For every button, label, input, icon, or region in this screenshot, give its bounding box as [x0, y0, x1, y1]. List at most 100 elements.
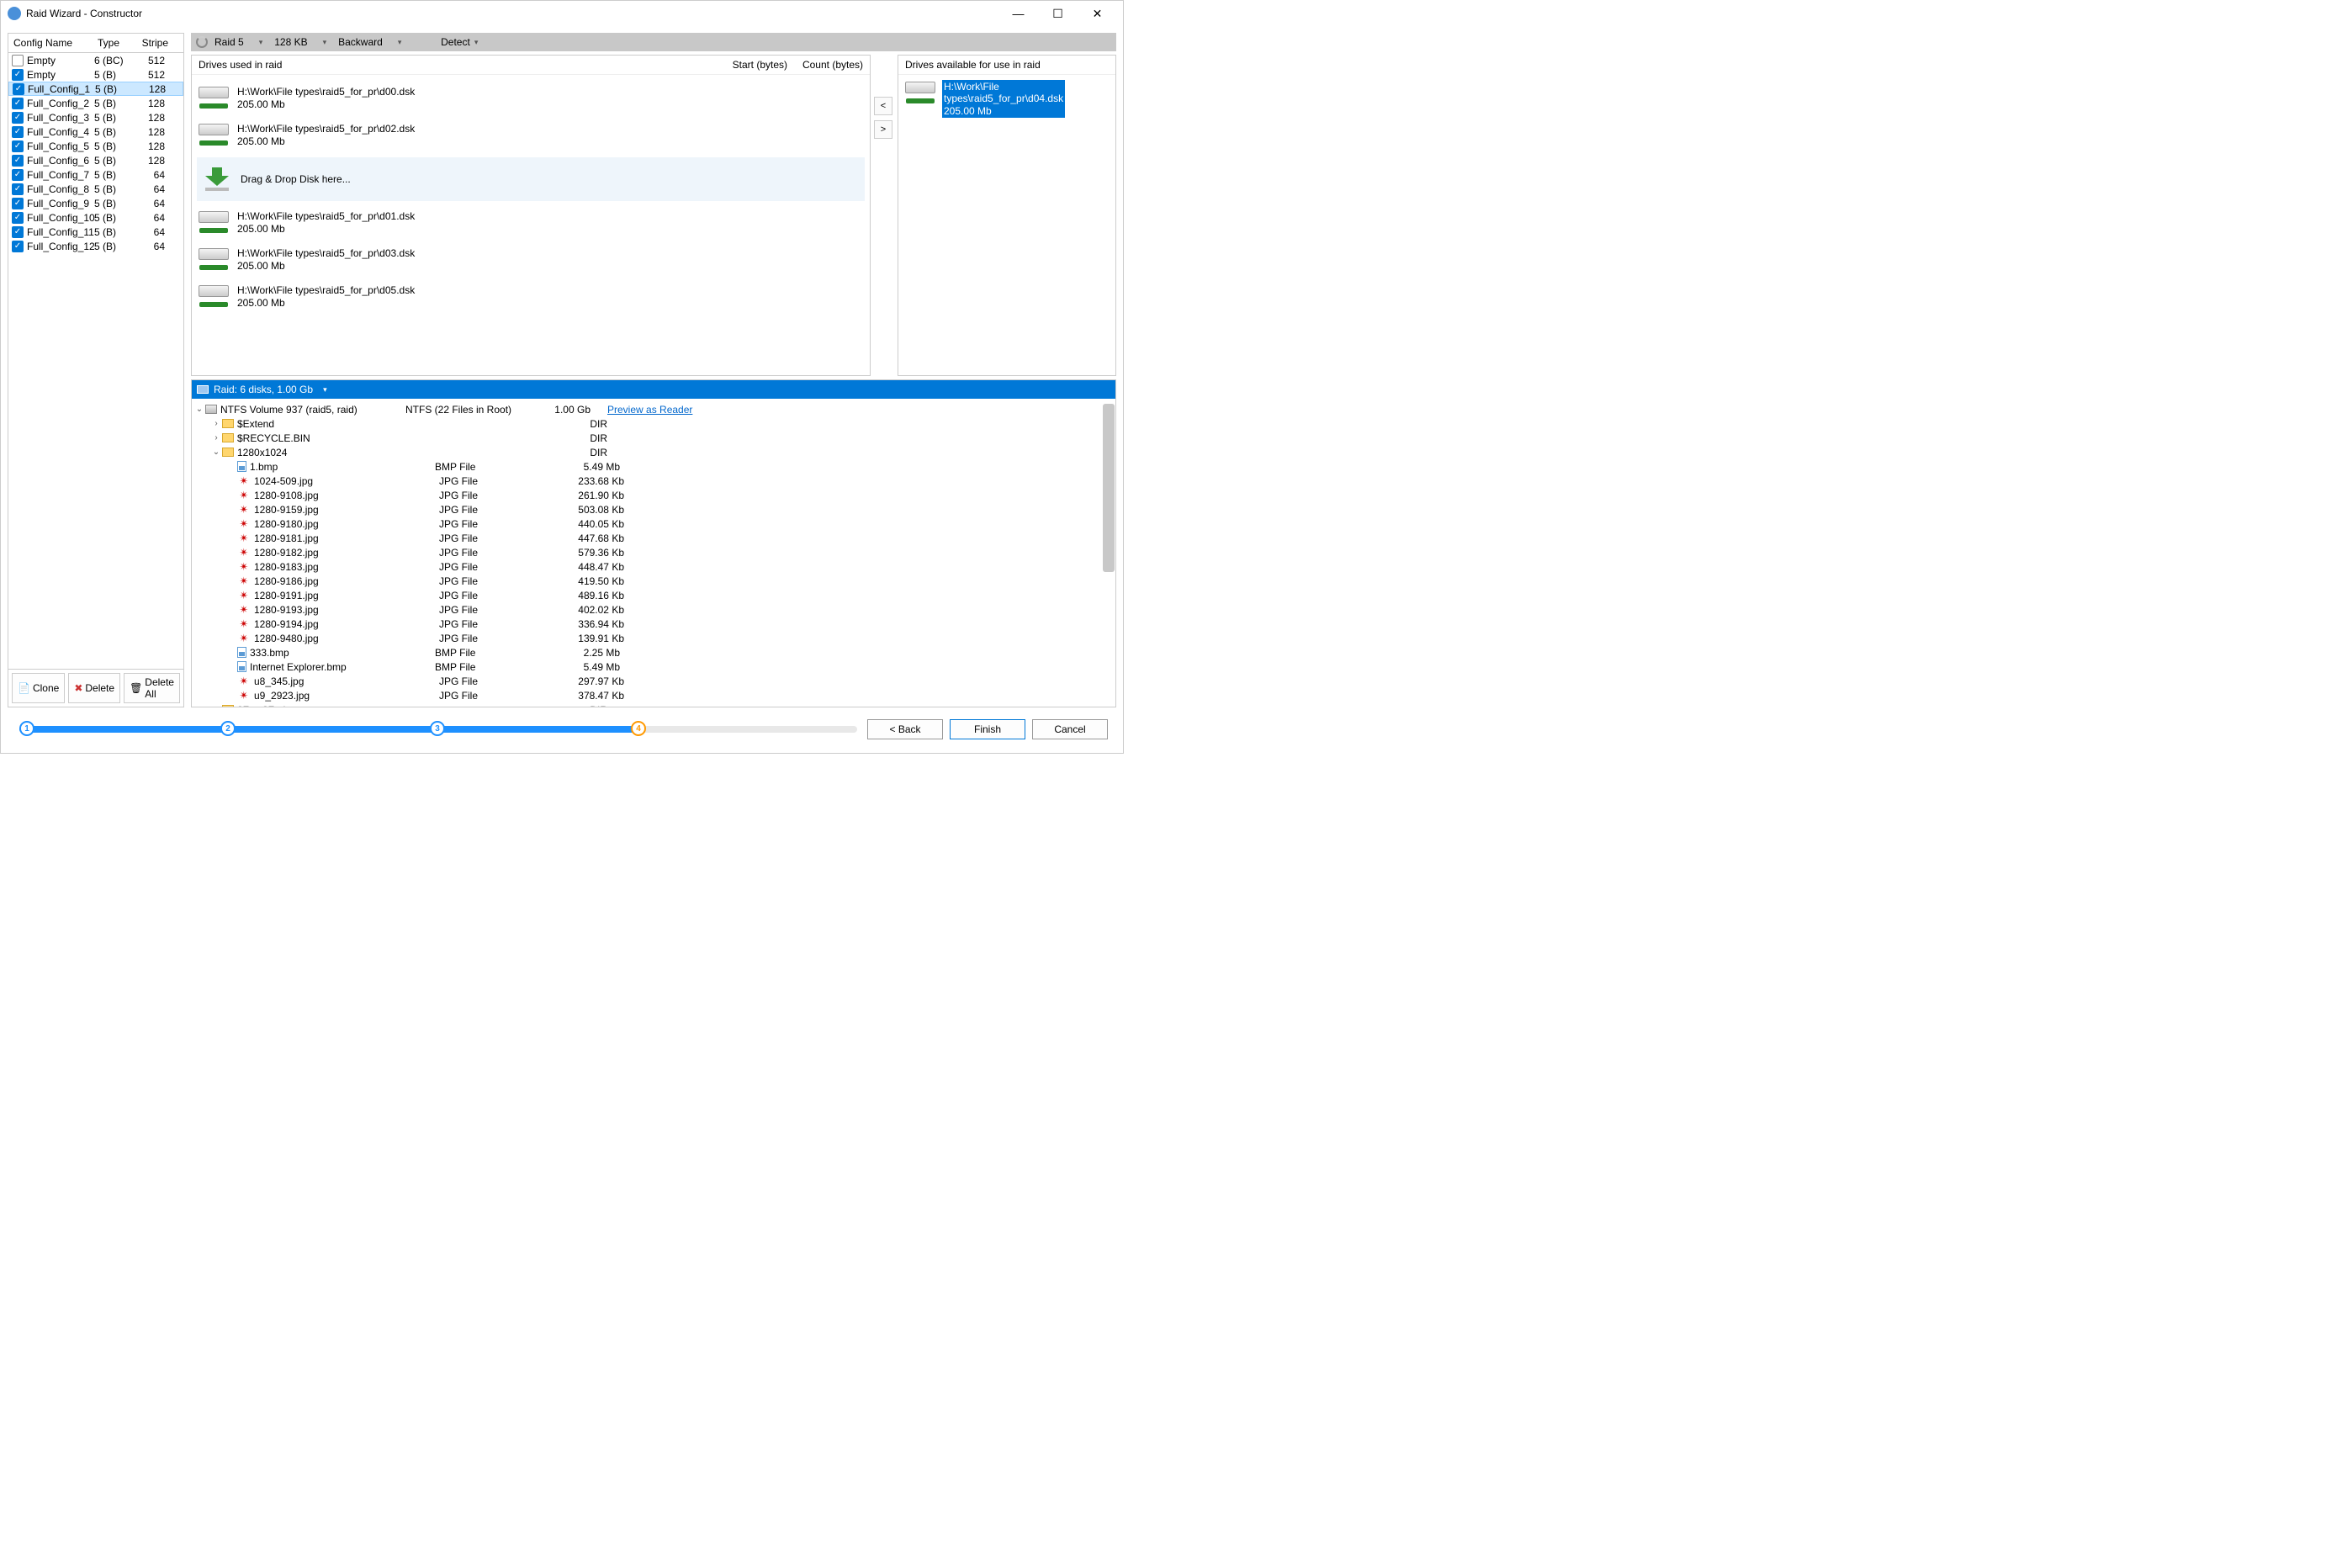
finish-button[interactable]: Finish	[950, 719, 1025, 739]
config-checkbox[interactable]	[12, 55, 24, 66]
config-row[interactable]: ✓Full_Config_35 (B)128	[8, 110, 183, 124]
step-1[interactable]: 1	[19, 721, 34, 736]
config-row[interactable]: ✓Full_Config_125 (B)64	[8, 239, 183, 253]
tree-volume-row[interactable]: ⌄NTFS Volume 937 (raid5, raid)NTFS (22 F…	[192, 402, 1112, 416]
config-row[interactable]: ✓Full_Config_95 (B)64	[8, 196, 183, 210]
close-button[interactable]: ✕	[1078, 1, 1116, 26]
tree-file-row[interactable]: ✴1280-9108.jpgJPG File261.90 Kb	[192, 488, 1112, 502]
tree-file-row[interactable]: ✴1280-9191.jpgJPG File489.16 Kb	[192, 588, 1112, 602]
expand-icon[interactable]: ›	[210, 433, 222, 442]
file-tree[interactable]: ⌄NTFS Volume 937 (raid5, raid)NTFS (22 F…	[192, 399, 1115, 707]
delete-all-button[interactable]: 🗑Delete All	[124, 673, 180, 703]
drive-row[interactable]: H:\Work\File types\raid5_for_pr\d00.dsk2…	[197, 80, 865, 117]
block-size-dropdown[interactable]: 128 KB	[269, 36, 331, 48]
tree-file-row[interactable]: ✴1280-9159.jpgJPG File503.08 Kb	[192, 502, 1112, 516]
config-stripe: 128	[136, 155, 170, 167]
scrollbar-thumb[interactable]	[1103, 404, 1115, 572]
config-row[interactable]: ✓Full_Config_15 (B)128	[8, 82, 183, 96]
drive-row[interactable]: H:\Work\File types\raid5_for_pr\d03.dsk2…	[197, 241, 865, 278]
tree-file-row[interactable]: ✴1280-9182.jpgJPG File579.36 Kb	[192, 545, 1112, 559]
config-list[interactable]: Empty6 (BC)512✓Empty5 (B)512✓Full_Config…	[8, 53, 183, 669]
step-4[interactable]: 4	[631, 721, 646, 736]
config-checkbox[interactable]: ✓	[12, 112, 24, 124]
tree-file-row[interactable]: ✴1280-9480.jpgJPG File139.91 Kb	[192, 631, 1112, 645]
config-checkbox[interactable]: ✓	[12, 212, 24, 224]
drive-row[interactable]: H:\Work\File types\raid5_for_pr\d05.dsk2…	[197, 278, 865, 315]
tree-file-row[interactable]: ✴1280-9183.jpgJPG File448.47 Kb	[192, 559, 1112, 574]
maximize-button[interactable]: ☐	[1039, 1, 1077, 26]
expand-icon[interactable]: ›	[210, 705, 222, 707]
config-checkbox[interactable]: ✓	[12, 155, 24, 167]
tree-file-row[interactable]: 333.bmpBMP File2.25 Mb	[192, 645, 1112, 660]
config-row[interactable]: ✓Full_Config_65 (B)128	[8, 153, 183, 167]
drives-used-list[interactable]: H:\Work\File types\raid5_for_pr\d00.dsk2…	[192, 75, 870, 375]
drive-path: H:\Work\File types\raid5_for_pr\d01.dsk	[237, 210, 415, 223]
raid-type-dropdown[interactable]: Raid 5	[209, 36, 267, 48]
config-row[interactable]: ✓Full_Config_55 (B)128	[8, 139, 183, 153]
tree-file-row[interactable]: ✴1280-9194.jpgJPG File336.94 Kb	[192, 617, 1112, 631]
config-row[interactable]: Empty6 (BC)512	[8, 53, 183, 67]
config-checkbox[interactable]: ✓	[12, 69, 24, 81]
tree-folder-row[interactable]: ›$RECYCLE.BINDIR	[192, 431, 1112, 445]
col-config-name[interactable]: Config Name	[8, 34, 93, 52]
tree-folder-row[interactable]: ⌄1280x1024DIR	[192, 445, 1112, 459]
config-row[interactable]: ✓Full_Config_115 (B)64	[8, 225, 183, 239]
drive-row[interactable]: H:\Work\File types\raid5_for_pr\d02.dsk2…	[197, 117, 865, 154]
available-drive-item[interactable]: H:\Work\File types\raid5_for_pr\d04.dsk …	[903, 80, 1110, 118]
config-row[interactable]: ✓Full_Config_45 (B)128	[8, 124, 183, 139]
config-name: Full_Config_2	[27, 98, 94, 109]
expand-icon[interactable]: ⌄	[210, 448, 222, 457]
tree-file-row[interactable]: ✴u9_2923.jpgJPG File378.47 Kb	[192, 688, 1112, 702]
expand-icon[interactable]: ›	[210, 419, 222, 428]
config-checkbox[interactable]: ✓	[12, 98, 24, 109]
config-row[interactable]: ✓Full_Config_75 (B)64	[8, 167, 183, 182]
config-row[interactable]: ✓Full_Config_25 (B)128	[8, 96, 183, 110]
config-checkbox[interactable]: ✓	[12, 198, 24, 209]
tree-file-row[interactable]: ✴u8_345.jpgJPG File297.97 Kb	[192, 674, 1112, 688]
tree-folder-row[interactable]: ›2Fast2FuriousDIR	[192, 702, 1112, 707]
config-row[interactable]: ✓Full_Config_105 (B)64	[8, 210, 183, 225]
tree-file-row[interactable]: ✴1280-9180.jpgJPG File440.05 Kb	[192, 516, 1112, 531]
jpg-file-icon: ✴	[237, 532, 251, 544]
config-checkbox[interactable]: ✓	[12, 140, 24, 152]
cancel-button[interactable]: Cancel	[1032, 719, 1108, 739]
config-stripe: 64	[136, 183, 170, 195]
jpg-file-icon: ✴	[237, 504, 251, 516]
config-row[interactable]: ✓Full_Config_85 (B)64	[8, 182, 183, 196]
config-checkbox[interactable]: ✓	[12, 169, 24, 181]
step-2[interactable]: 2	[220, 721, 236, 736]
step-3[interactable]: 3	[430, 721, 445, 736]
tree-file-row[interactable]: ✴1280-9181.jpgJPG File447.68 Kb	[192, 531, 1112, 545]
expand-icon[interactable]: ⌄	[193, 405, 205, 414]
minimize-button[interactable]: —	[999, 1, 1037, 26]
tree-file-row[interactable]: ✴1280-9193.jpgJPG File402.02 Kb	[192, 602, 1112, 617]
config-row[interactable]: ✓Empty5 (B)512	[8, 67, 183, 82]
drop-zone[interactable]: Drag & Drop Disk here...	[197, 157, 865, 201]
move-left-button[interactable]: <	[874, 97, 892, 115]
raid-summary-bar[interactable]: Raid: 6 disks, 1.00 Gb ▾	[192, 380, 1115, 399]
tree-file-row[interactable]: ✴1280-9186.jpgJPG File419.50 Kb	[192, 574, 1112, 588]
folder-icon	[222, 419, 234, 428]
delete-button[interactable]: ✖Delete	[68, 673, 120, 703]
tree-file-row[interactable]: Internet Explorer.bmpBMP File5.49 Mb	[192, 660, 1112, 674]
preview-link[interactable]: Preview as Reader	[607, 404, 692, 416]
drive-row[interactable]: H:\Work\File types\raid5_for_pr\d01.dsk2…	[197, 204, 865, 241]
clone-button[interactable]: 📄Clone	[12, 673, 65, 703]
tree-file-row[interactable]: 1.bmpBMP File5.49 Mb	[192, 459, 1112, 474]
detect-dropdown[interactable]: Detect▾	[436, 36, 483, 48]
config-checkbox[interactable]: ✓	[12, 183, 24, 195]
config-checkbox[interactable]: ✓	[12, 241, 24, 252]
back-button[interactable]: < Back	[867, 719, 943, 739]
config-type: 5 (B)	[94, 212, 136, 224]
download-arrow-icon	[200, 166, 234, 193]
move-right-button[interactable]: >	[874, 120, 892, 139]
tree-folder-row[interactable]: ›$ExtendDIR	[192, 416, 1112, 431]
config-checkbox[interactable]: ✓	[12, 226, 24, 238]
config-checkbox[interactable]: ✓	[13, 83, 24, 95]
col-type[interactable]: Type	[93, 34, 135, 52]
tree-file-row[interactable]: ✴1024-509.jpgJPG File233.68 Kb	[192, 474, 1112, 488]
config-checkbox[interactable]: ✓	[12, 126, 24, 138]
config-type: 6 (BC)	[94, 55, 136, 66]
direction-dropdown[interactable]: Backward	[333, 36, 434, 48]
col-stripe[interactable]: Stripe	[135, 34, 177, 52]
